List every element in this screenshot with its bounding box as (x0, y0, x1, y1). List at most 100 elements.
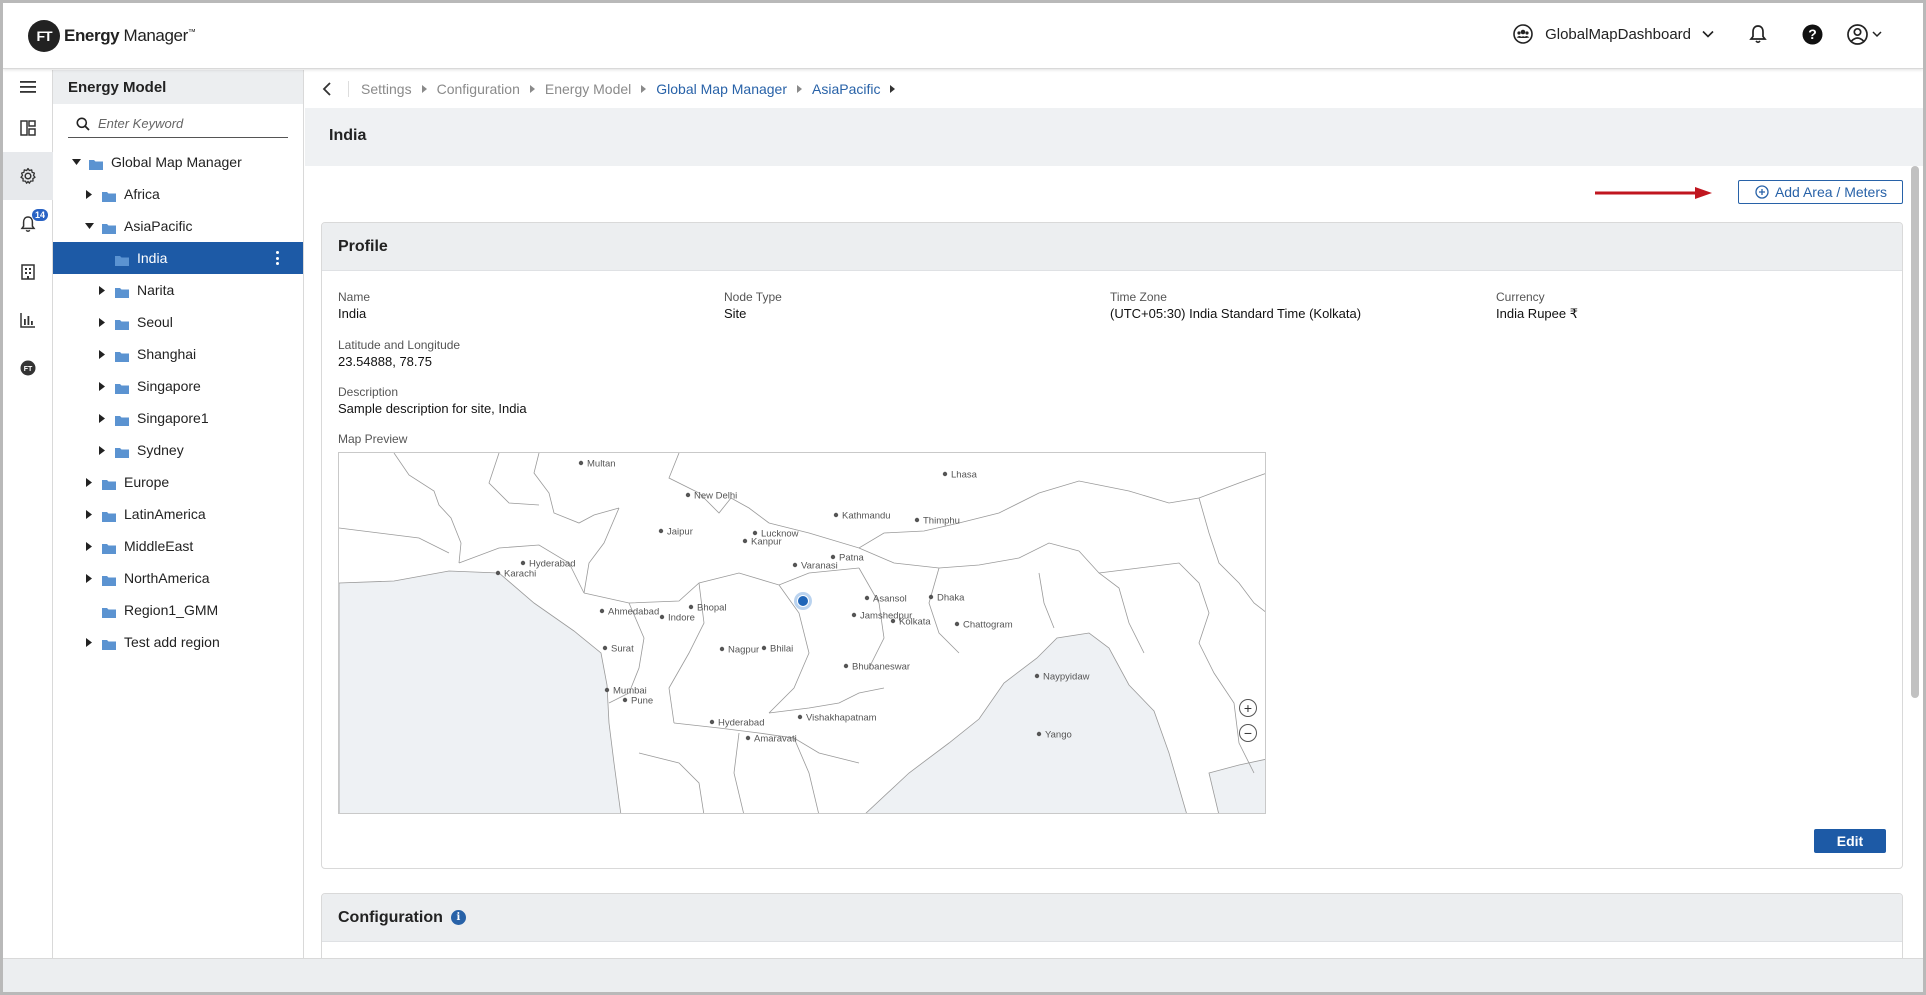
city-marker (709, 719, 715, 725)
reports-nav[interactable] (3, 296, 53, 344)
city-marker (942, 471, 948, 477)
city-label: Patna (839, 553, 865, 564)
tree-item-label: Sydney (137, 442, 184, 458)
notifications-button[interactable] (1747, 23, 1769, 45)
ft-nav[interactable]: FT (3, 344, 53, 392)
breadcrumb-item-settings[interactable]: Settings (361, 81, 412, 97)
caret-right-icon[interactable] (97, 317, 107, 327)
city-marker (745, 735, 751, 741)
folder-icon (115, 317, 129, 330)
edit-button[interactable]: Edit (1814, 829, 1886, 853)
tree-item-seoul[interactable]: Seoul (53, 306, 303, 338)
caret-right-icon[interactable] (84, 637, 94, 647)
tree-item-africa[interactable]: Africa (53, 178, 303, 210)
caret-down-icon[interactable] (71, 157, 81, 167)
currency-label: Currency (1496, 290, 1545, 304)
tree-item-latinamerica[interactable]: LatinAmerica (53, 498, 303, 530)
tree-item-global-map-manager[interactable]: Global Map Manager (53, 146, 303, 178)
folder-icon (102, 477, 116, 490)
tree-item-test-add-region[interactable]: Test add region (53, 626, 303, 658)
configuration-title: Configuration (338, 908, 443, 926)
city-marker (719, 646, 725, 652)
tree-item-india[interactable]: India (53, 242, 303, 274)
user-menu-button[interactable] (1847, 23, 1883, 45)
help-button[interactable]: ? (1801, 23, 1823, 45)
tree-item-label: Singapore (137, 378, 201, 394)
chevron-left-icon (322, 82, 331, 96)
top-header: FT Energy Manager™ GlobalMapDashboard ? (3, 3, 1923, 69)
city-label: Karachi (504, 569, 536, 580)
info-icon[interactable]: i (450, 910, 466, 925)
caret-right-icon[interactable] (97, 349, 107, 359)
city-marker (792, 562, 798, 568)
tree-item-shanghai[interactable]: Shanghai (53, 338, 303, 370)
caret-right-icon[interactable] (97, 285, 107, 295)
dashboard-icon (20, 120, 36, 136)
app-logo[interactable]: FT Energy Manager™ (28, 20, 196, 52)
tree-item-region1-gmm[interactable]: Region1_GMM (53, 594, 303, 626)
caret-right-icon[interactable] (97, 413, 107, 423)
caret-right-icon[interactable] (84, 509, 94, 519)
description-value: Sample description for site, India (338, 401, 527, 416)
bell-icon (1749, 25, 1767, 44)
tree-item-asiapacific[interactable]: AsiaPacific (53, 210, 303, 242)
caret-right-icon[interactable] (84, 541, 94, 551)
breadcrumb-item-global-map-manager[interactable]: Global Map Manager (656, 81, 787, 97)
alerts-nav[interactable]: 14 (3, 200, 53, 248)
folder-icon (115, 285, 129, 298)
ft-logo-icon: FT (20, 360, 36, 376)
selected-site-marker[interactable] (797, 595, 809, 607)
users-icon (1513, 24, 1533, 44)
tree-item-singapore[interactable]: Singapore (53, 370, 303, 402)
folder-icon (102, 509, 116, 522)
map-preview[interactable]: Multan New Delhi Lhasa Kathmandu Thimphu Jaip… (338, 452, 1266, 814)
caret-right-icon[interactable] (97, 381, 107, 391)
caret-down-icon[interactable] (84, 221, 94, 231)
lat-lng-label: Latitude and Longitude (338, 338, 461, 352)
map-zoom-out-button[interactable]: − (1239, 724, 1257, 742)
tree-item-northamerica[interactable]: NorthAmerica (53, 562, 303, 594)
dashboard-selector[interactable]: GlobalMapDashboard (1513, 24, 1715, 44)
city-marker (602, 645, 608, 651)
settings-nav[interactable] (3, 152, 53, 200)
breadcrumb-item-energy-model[interactable]: Energy Model (545, 81, 631, 97)
menu-icon (20, 81, 36, 93)
map-canvas[interactable]: Multan New Delhi Lhasa Kathmandu Thimphu Jaip… (339, 453, 1266, 814)
tree-item-narita[interactable]: Narita (53, 274, 303, 306)
app-name: Energy Manager™ (64, 26, 196, 46)
tree-item-label: LatinAmerica (124, 506, 206, 522)
tree-item-singapore1[interactable]: Singapore1 (53, 402, 303, 434)
city-label: Indore (668, 613, 695, 624)
caret-right-icon[interactable] (84, 189, 94, 199)
dashboard-nav[interactable] (3, 104, 53, 152)
city-label: Kathmandu (842, 511, 891, 522)
more-options-icon[interactable] (275, 251, 279, 265)
city-marker (830, 554, 836, 560)
menu-button[interactable] (3, 70, 53, 104)
city-marker (688, 604, 694, 610)
breadcrumb-item-asiapacific[interactable]: AsiaPacific (812, 81, 880, 97)
description-label: Description (338, 385, 399, 399)
description-field: Description Sample description for site,… (338, 385, 527, 416)
breadcrumb-separator-icon (529, 85, 535, 93)
caret-right-icon[interactable] (84, 477, 94, 487)
folder-icon (115, 349, 129, 362)
tree-item-middleeast[interactable]: MiddleEast (53, 530, 303, 562)
add-circle-icon (1755, 185, 1769, 199)
name-label: Name (338, 290, 371, 304)
tree-search-input[interactable] (98, 116, 268, 131)
add-area-meters-button[interactable]: Add Area / Meters (1737, 180, 1903, 204)
buildings-nav[interactable] (3, 248, 53, 296)
city-label: Surat (611, 644, 634, 655)
breadcrumb: Settings Configuration Energy Model Global … (305, 70, 1923, 108)
map-zoom-in-button[interactable]: + (1239, 699, 1257, 717)
caret-right-icon[interactable] (84, 573, 94, 583)
main-scrollbar[interactable] (1911, 166, 1919, 698)
city-marker (914, 517, 920, 523)
caret-right-icon[interactable] (97, 445, 107, 455)
breadcrumb-item-configuration[interactable]: Configuration (437, 81, 520, 97)
back-button[interactable] (319, 81, 349, 97)
tree-item-sydney[interactable]: Sydney (53, 434, 303, 466)
user-icon (1847, 23, 1868, 45)
tree-item-europe[interactable]: Europe (53, 466, 303, 498)
